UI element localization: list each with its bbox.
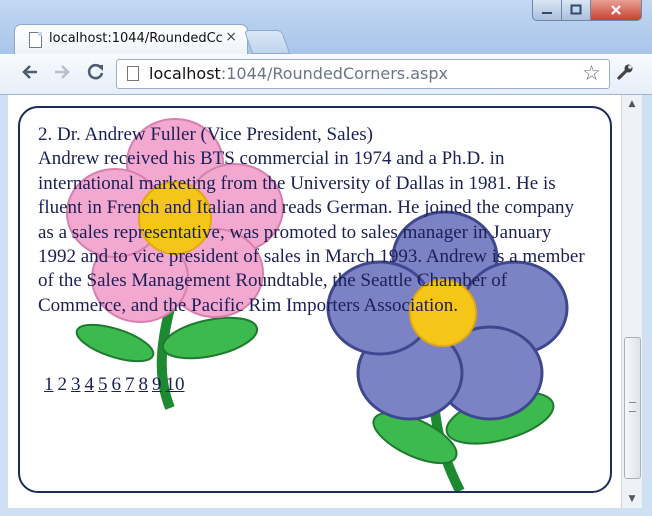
new-tab-button[interactable] [243, 30, 291, 54]
back-button[interactable] [20, 62, 40, 86]
page-link-5[interactable]: 5 [97, 374, 109, 396]
title-bar: localhost:1044/RoundedCc × [0, 0, 652, 55]
reload-button[interactable] [86, 62, 106, 86]
forward-button[interactable] [52, 62, 72, 86]
maximize-icon [570, 4, 582, 15]
bookmark-star-icon[interactable]: ☆ [582, 61, 601, 85]
page-favicon-icon [29, 32, 42, 48]
employee-bio: 2. Dr. Andrew Fuller (Vice President, Sa… [38, 123, 593, 318]
employee-heading: 2. Dr. Andrew Fuller (Vice President, Sa… [38, 124, 373, 145]
page-link-4[interactable]: 4 [84, 374, 96, 396]
url-host: localhost [149, 64, 221, 83]
scrollbar-thumb[interactable] [624, 337, 641, 479]
url-path: :1044/RoundedCorners.aspx [220, 64, 448, 83]
scroll-up-arrow-icon[interactable]: ▲ [622, 95, 642, 113]
page-link-8[interactable]: 8 [138, 374, 150, 396]
reload-icon [87, 63, 104, 80]
minimize-icon [542, 12, 552, 14]
page-viewport: 2. Dr. Andrew Fuller (Vice President, Sa… [8, 95, 621, 508]
close-window-button[interactable] [590, 0, 642, 21]
employee-bio-text: Andrew received his BTS commercial in 19… [38, 148, 585, 316]
pager: 1 2 3 4 5 6 7 8 9 10 [43, 374, 186, 396]
tab-close-icon[interactable]: × [225, 29, 237, 45]
url-text[interactable]: localhost:1044/RoundedCorners.aspx [149, 64, 448, 83]
wrench-icon [617, 64, 633, 80]
browser-tab[interactable]: localhost:1044/RoundedCc × [14, 24, 248, 55]
tab-title: localhost:1044/RoundedCc [49, 31, 223, 46]
address-bar[interactable]: localhost:1044/RoundedCorners.aspx ☆ [116, 59, 610, 89]
page-link-9[interactable]: 9 [151, 374, 163, 396]
page-link-7[interactable]: 7 [124, 374, 136, 396]
minimize-button[interactable] [532, 0, 562, 21]
page-current-2: 2 [57, 374, 68, 395]
wrench-menu-button[interactable] [616, 63, 634, 86]
page-link-1[interactable]: 1 [43, 374, 55, 396]
page-link-3[interactable]: 3 [70, 374, 82, 396]
browser-window: localhost:1044/RoundedCc × localhost:104… [0, 0, 652, 516]
forward-arrow-icon [55, 65, 70, 79]
back-arrow-icon [22, 65, 37, 79]
rounded-corner-panel: 2. Dr. Andrew Fuller (Vice President, Sa… [18, 106, 612, 493]
vertical-scrollbar[interactable]: ▲ ▼ [621, 95, 642, 508]
scroll-down-arrow-icon[interactable]: ▼ [622, 490, 642, 508]
page-icon [127, 66, 139, 81]
browser-toolbar: localhost:1044/RoundedCorners.aspx ☆ [0, 54, 652, 95]
page-link-10[interactable]: 10 [165, 374, 186, 396]
close-icon [611, 5, 621, 15]
scroll-grip-icon [629, 402, 636, 412]
maximize-button[interactable] [561, 0, 591, 21]
page-link-6[interactable]: 6 [111, 374, 123, 396]
